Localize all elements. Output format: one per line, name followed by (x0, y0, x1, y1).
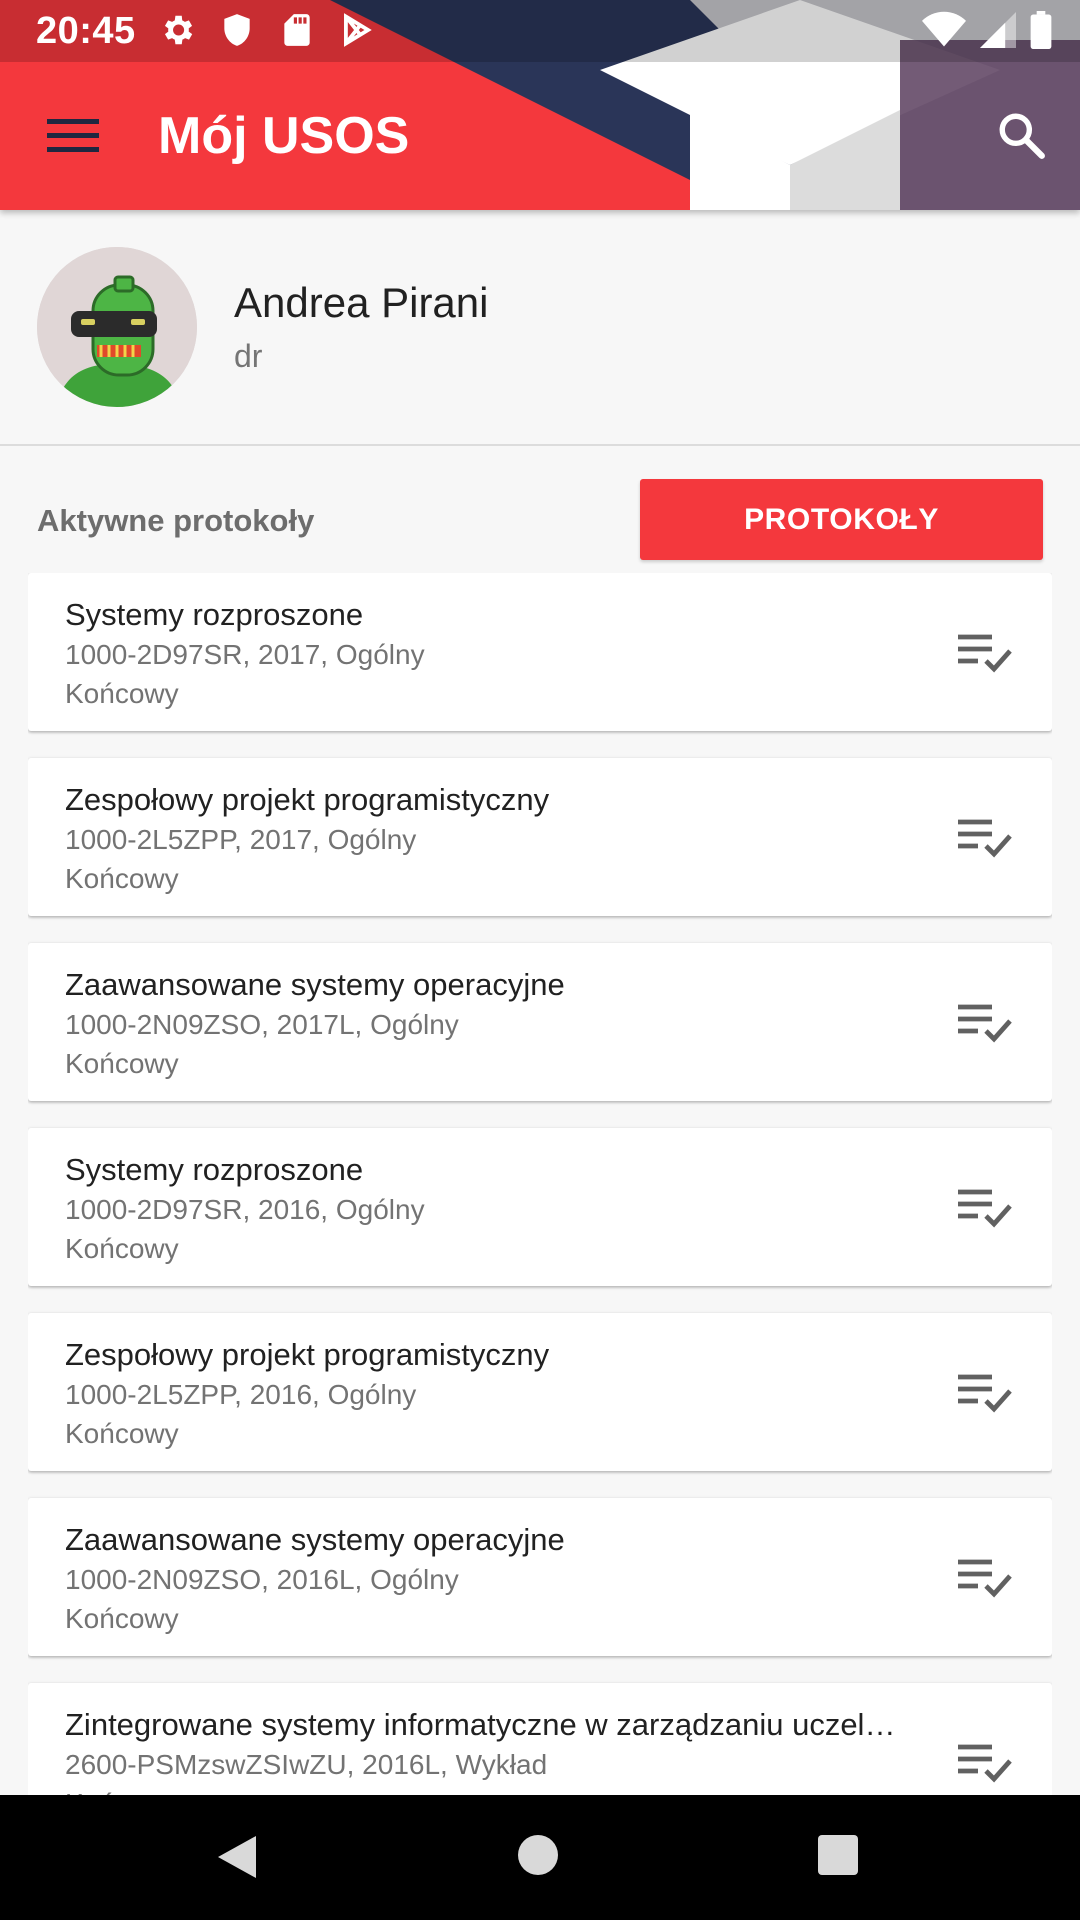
toolbar: Mój USOS (0, 62, 1080, 210)
card-title: Zintegrowane systemy informatyczne w zar… (65, 1707, 896, 1742)
battery-icon (1030, 11, 1052, 49)
protocol-card[interactable]: Zespołowy projekt programistyczny 1000-2… (28, 758, 1052, 916)
app-title: Mój USOS (158, 107, 410, 165)
cell-signal-icon (980, 12, 1016, 48)
search-button[interactable] (978, 92, 1064, 178)
card-subtitle: 1000-2N09ZSO, 2017L, Ogólny (65, 1009, 459, 1040)
back-icon[interactable] (216, 1834, 258, 1880)
navigation-bar (0, 1795, 1080, 1920)
protocol-card[interactable]: Zaawansowane systemy operacyjne 1000-2N0… (28, 1498, 1052, 1656)
card-subtitle: 1000-2N09ZSO, 2016L, Ogólny (65, 1564, 459, 1595)
protocol-card[interactable]: Zintegrowane systemy informatyczne w zar… (28, 1683, 1052, 1795)
status-bar: 20:45 (0, 0, 1080, 62)
card-title: Systemy rozproszone (65, 597, 364, 632)
card-subtitle: 1000-2D97SR, 2016, Ogólny (65, 1194, 425, 1225)
card-subtitle: 1000-2D97SR, 2017, Ogólny (65, 639, 425, 670)
protocols-button[interactable]: PROTOKOŁY (640, 479, 1043, 560)
protocol-card[interactable]: Systemy rozproszone 1000-2D97SR, 2017, O… (28, 573, 1052, 731)
playlist-check-icon[interactable] (958, 633, 1014, 673)
play-store-icon (344, 13, 372, 47)
user-name: Andrea Pirani (234, 279, 489, 326)
card-subtitle: 1000-2L5ZPP, 2016, Ogólny (65, 1379, 417, 1410)
card-kind: Końcowy (65, 678, 179, 709)
protocol-list: Systemy rozproszone 1000-2D97SR, 2017, O… (28, 573, 1052, 1795)
playlist-check-icon[interactable] (958, 1373, 1014, 1413)
settings-icon (164, 15, 193, 45)
search-icon (999, 113, 1045, 159)
robot-avatar-icon (37, 247, 197, 407)
card-subtitle: 1000-2L5ZPP, 2017, Ogólny (65, 824, 417, 855)
playlist-check-icon[interactable] (958, 1558, 1014, 1598)
hamburger-menu-icon (47, 119, 99, 152)
card-kind: Końcowy (65, 1048, 179, 1079)
card-kind: Końcowy (65, 1233, 179, 1264)
card-kind: Końcowy (65, 1786, 179, 1795)
protocol-card[interactable]: Systemy rozproszone 1000-2D97SR, 2016, O… (28, 1128, 1052, 1286)
card-title: Zespołowy projekt programistyczny (65, 1337, 550, 1372)
status-time: 20:45 (36, 10, 136, 52)
menu-button[interactable] (26, 96, 120, 176)
playlist-check-icon[interactable] (958, 1188, 1014, 1228)
card-title: Zaawansowane systemy operacyjne (65, 967, 565, 1002)
card-title: Systemy rozproszone (65, 1152, 364, 1187)
avatar[interactable] (37, 247, 197, 407)
card-kind: Końcowy (65, 1418, 179, 1449)
card-title: Zaawansowane systemy operacyjne (65, 1522, 565, 1557)
playlist-check-icon[interactable] (958, 1003, 1014, 1043)
protocol-card[interactable]: Zespołowy projekt programistyczny 1000-2… (28, 1313, 1052, 1471)
playlist-check-icon[interactable] (958, 818, 1014, 858)
card-title: Zespołowy projekt programistyczny (65, 782, 550, 817)
shield-icon (224, 14, 250, 46)
card-kind: Końcowy (65, 1603, 179, 1634)
playlist-check-icon[interactable] (958, 1743, 1014, 1783)
sd-card-icon (284, 14, 310, 46)
profile-section: Andrea Pirani dr (0, 210, 1080, 446)
active-protocols-label: Aktywne protokoły (37, 503, 315, 538)
card-kind: Końcowy (65, 863, 179, 894)
app-header: 20:45 Mój USOS (0, 0, 1080, 210)
user-title: dr (234, 338, 263, 374)
protocol-card[interactable]: Zaawansowane systemy operacyjne 1000-2N0… (28, 943, 1052, 1101)
wifi-icon (922, 11, 966, 47)
card-subtitle: 2600-PSMzswZSIwZU, 2016L, Wykład (65, 1749, 548, 1780)
home-icon[interactable] (518, 1835, 558, 1875)
recents-icon[interactable] (818, 1835, 858, 1875)
